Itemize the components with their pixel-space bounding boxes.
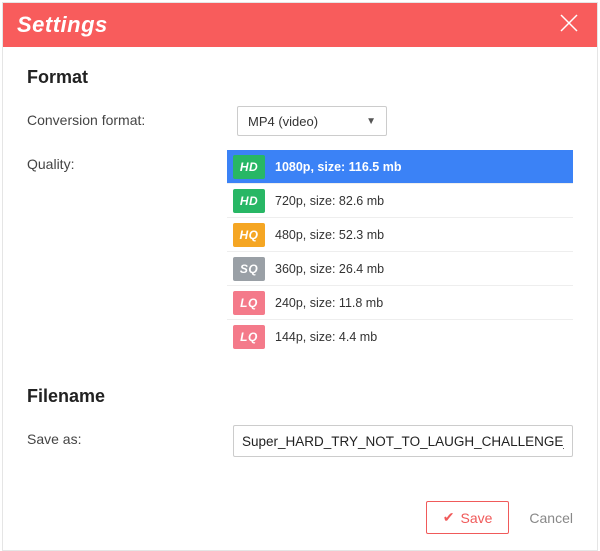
- quality-badge: SQ: [233, 257, 265, 281]
- conversion-format-field: MP4 (video) ▼: [237, 106, 573, 136]
- save-as-row: Save as:: [27, 425, 573, 457]
- close-icon: [558, 12, 580, 39]
- quality-text: 720p, size: 82.6 mb: [275, 194, 573, 208]
- filename-section: Filename Save as:: [27, 386, 573, 457]
- quality-option[interactable]: HQ 480p, size: 52.3 mb: [227, 218, 573, 252]
- conversion-format-select[interactable]: MP4 (video) ▼: [237, 106, 387, 136]
- save-as-field: [233, 425, 573, 457]
- filename-input[interactable]: [233, 425, 573, 457]
- quality-badge: HD: [233, 189, 265, 213]
- quality-row: Quality: HD 1080p, size: 116.5 mb HD 720p, …: [27, 150, 573, 354]
- quality-badge: HD: [233, 155, 265, 179]
- quality-label: Quality:: [27, 150, 227, 354]
- titlebar: Settings: [3, 3, 597, 47]
- format-heading: Format: [27, 67, 573, 88]
- quality-option[interactable]: HD 1080p, size: 116.5 mb: [227, 150, 573, 184]
- quality-text: 1080p, size: 116.5 mb: [275, 160, 573, 174]
- conversion-format-label: Conversion format:: [27, 106, 237, 136]
- footer: ✔ Save Cancel: [3, 487, 597, 550]
- dialog-title: Settings: [17, 12, 108, 38]
- conversion-format-row: Conversion format: MP4 (video) ▼: [27, 106, 573, 136]
- quality-option[interactable]: LQ 240p, size: 11.8 mb: [227, 286, 573, 320]
- quality-badge: LQ: [233, 291, 265, 315]
- quality-option[interactable]: LQ 144p, size: 4.4 mb: [227, 320, 573, 354]
- caret-down-icon: ▼: [366, 116, 376, 127]
- quality-list: HD 1080p, size: 116.5 mb HD 720p, size: 82.…: [227, 150, 573, 354]
- cancel-button[interactable]: Cancel: [529, 510, 573, 526]
- check-icon: ✔: [443, 509, 455, 526]
- quality-text: 360p, size: 26.4 mb: [275, 262, 573, 276]
- quality-text: 240p, size: 11.8 mb: [275, 296, 573, 310]
- close-button[interactable]: [555, 11, 583, 39]
- quality-option[interactable]: SQ 360p, size: 26.4 mb: [227, 252, 573, 286]
- quality-badge: HQ: [233, 223, 265, 247]
- quality-text: 144p, size: 4.4 mb: [275, 330, 573, 344]
- settings-dialog: Settings Format Conversion format: MP4 (…: [2, 2, 598, 551]
- save-as-label: Save as:: [27, 425, 233, 457]
- dialog-content: Format Conversion format: MP4 (video) ▼ …: [3, 47, 597, 487]
- quality-field: HD 1080p, size: 116.5 mb HD 720p, size: 82.…: [227, 150, 573, 354]
- save-button-label: Save: [460, 510, 492, 526]
- quality-text: 480p, size: 52.3 mb: [275, 228, 573, 242]
- save-button[interactable]: ✔ Save: [426, 501, 510, 534]
- conversion-format-value: MP4 (video): [248, 114, 318, 129]
- quality-option[interactable]: HD 720p, size: 82.6 mb: [227, 184, 573, 218]
- quality-badge: LQ: [233, 325, 265, 349]
- filename-heading: Filename: [27, 386, 573, 407]
